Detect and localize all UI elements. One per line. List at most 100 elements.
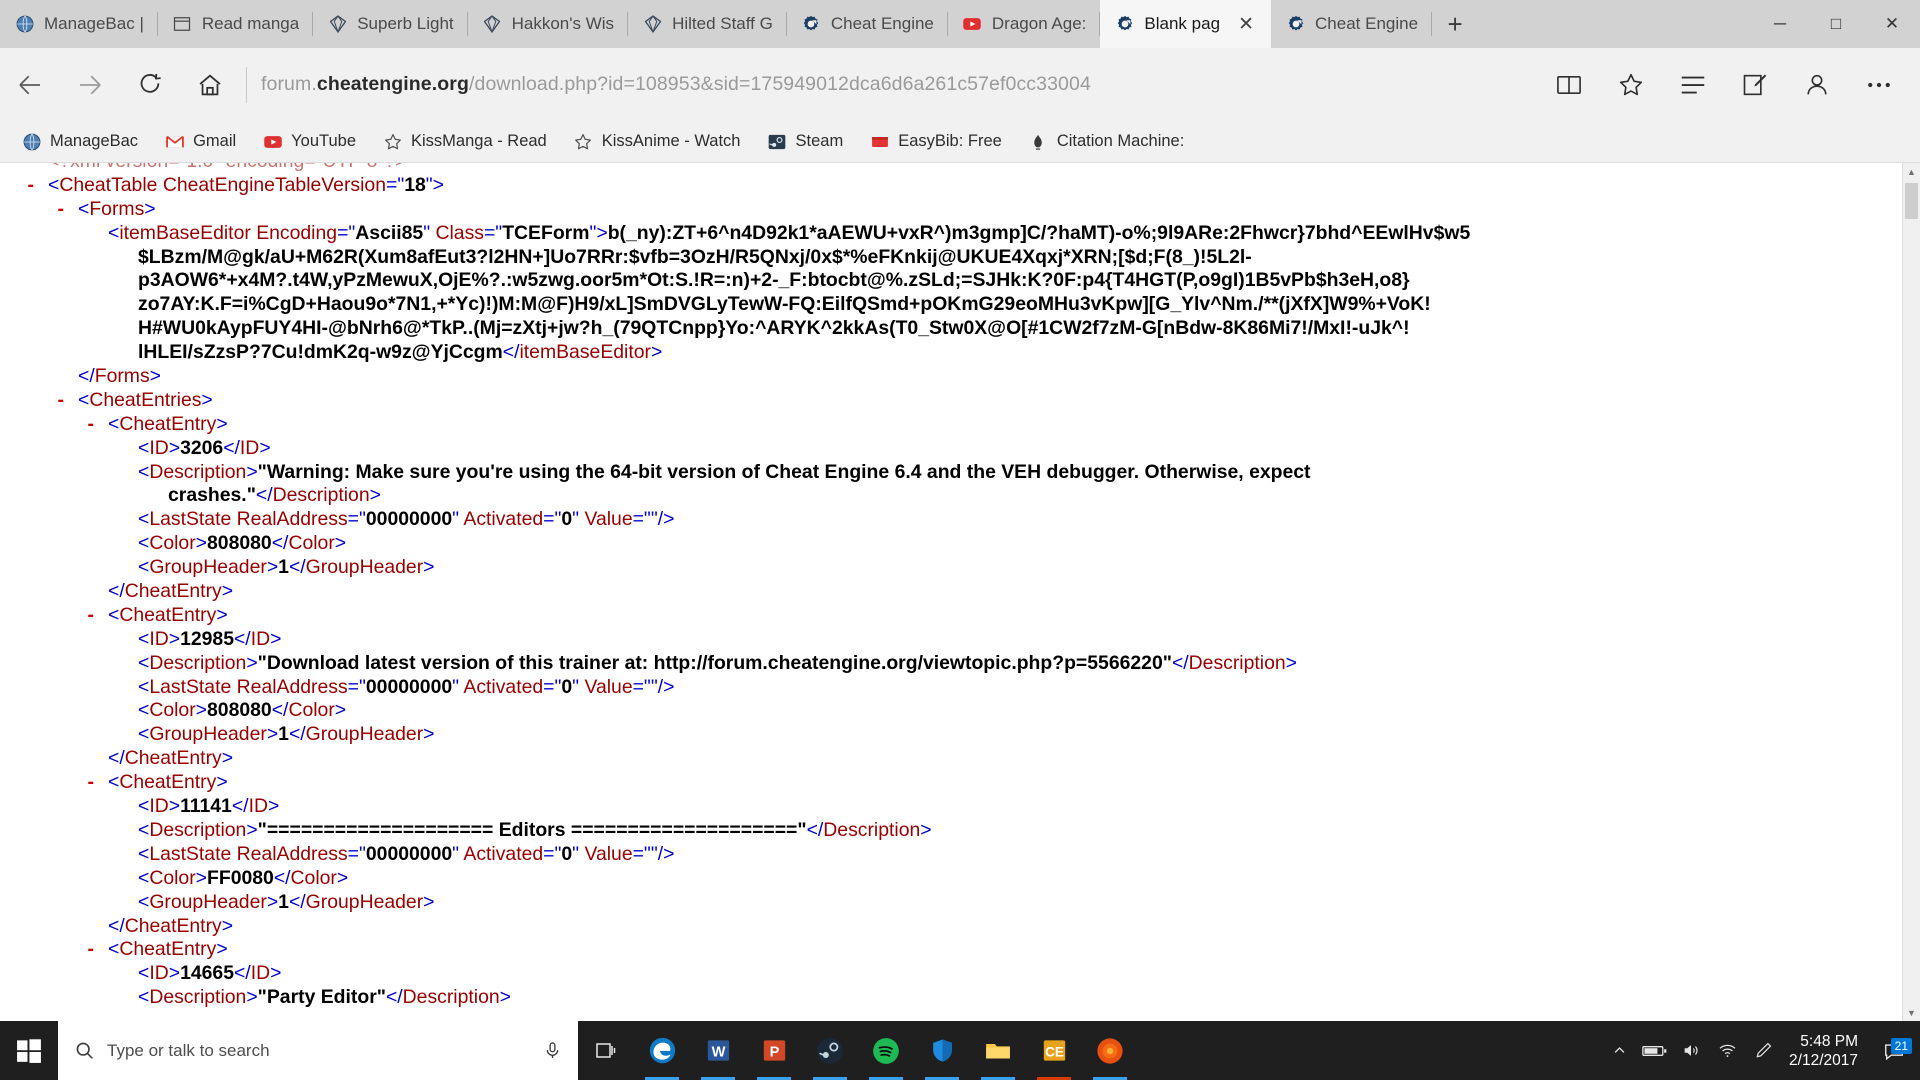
xml-collapse-toggle[interactable]: - (18, 198, 64, 222)
volume-icon[interactable] (1673, 1021, 1709, 1080)
wifi-icon[interactable] (1709, 1021, 1745, 1080)
xml-token-br: < (138, 699, 150, 722)
favorite-item-7[interactable]: Citation Machine: (1015, 121, 1197, 163)
xml-token-at: Class (435, 221, 484, 244)
xml-collapse-toggle[interactable]: - (18, 604, 94, 628)
xml-collapse-toggle[interactable]: - (18, 771, 94, 795)
favorite-item-5[interactable]: Steam (754, 121, 857, 163)
xml-indent-gap (18, 556, 138, 580)
taskbar-app-firefox[interactable] (1082, 1021, 1138, 1080)
web-note-icon[interactable] (1724, 54, 1786, 116)
tab-label: ManageBac | (44, 14, 144, 33)
favorite-item-0[interactable]: ManageBac (8, 121, 151, 163)
browser-tab-4[interactable]: Hilted Staff G (628, 0, 787, 48)
favorite-item-3[interactable]: KissManga - Read (369, 121, 560, 163)
search-input[interactable]: Type or talk to search (58, 1021, 578, 1080)
task-view-icon[interactable] (578, 1021, 634, 1080)
pen-icon[interactable] (1745, 1021, 1781, 1080)
nav-right-actions (1538, 54, 1920, 116)
browser-tab-6[interactable]: Dragon Age: (948, 0, 1101, 48)
browser-tab-2[interactable]: Superb Light (313, 0, 469, 48)
refresh-button[interactable] (120, 54, 180, 116)
scrollbar-thumb[interactable] (1905, 183, 1918, 219)
xml-token-br: > (596, 221, 608, 244)
xml-token-tag: ID (149, 436, 169, 459)
xml-token-eq: =" (347, 675, 366, 698)
xml-token-at: Value (584, 675, 633, 698)
windows-start-icon[interactable] (0, 1021, 58, 1080)
xml-collapse-toggle[interactable]: - (18, 413, 94, 437)
favorite-item-2[interactable]: YouTube (249, 121, 369, 163)
xml-line: <Description>"==================== Edito… (18, 819, 1470, 843)
taskbar-app-word[interactable]: W (690, 1021, 746, 1080)
address-bar[interactable]: forum.cheatengine.org/download.php?id=10… (261, 54, 1538, 116)
scroll-down-button[interactable]: ▼ (1903, 1004, 1920, 1021)
scroll-up-button[interactable]: ▲ (1903, 163, 1920, 180)
xml-line: - <CheatEntry> (18, 938, 1470, 962)
xml-collapse-toggle[interactable]: - (18, 389, 64, 413)
taskbar-app-defender[interactable] (914, 1021, 970, 1080)
windows-taskbar: Type or talk to search W P CE 5:48 PM 2/… (0, 1021, 1920, 1080)
back-button[interactable] (0, 54, 60, 116)
xml-line: lHLEI/sZzsP?7Cu!dmK2q-w9z@YjCcgm</itemBa… (18, 341, 1470, 365)
favorite-item-6[interactable]: EasyBib: Free (856, 121, 1015, 163)
taskbar-app-edge[interactable] (634, 1021, 690, 1080)
taskbar-app-explorer[interactable] (970, 1021, 1026, 1080)
close-button[interactable]: ✕ (1864, 0, 1920, 48)
new-tab-button[interactable]: + (1432, 0, 1478, 48)
minimize-button[interactable]: ─ (1752, 0, 1808, 48)
maximize-button[interactable]: □ (1808, 0, 1864, 48)
microphone-icon[interactable] (540, 1039, 564, 1063)
xml-line: <itemBaseEditor Encoding="Ascii85" Class… (18, 222, 1470, 246)
browser-tab-3[interactable]: Hakkon's Wis (468, 0, 629, 48)
favorite-item-4[interactable]: KissAnime - Watch (560, 121, 754, 163)
browser-tab-7[interactable]: Blank pag ✕ (1100, 0, 1272, 48)
xml-token-txt: 14665 (180, 962, 234, 985)
xml-token-br: > (1285, 651, 1297, 674)
action-center-icon[interactable]: 21 (1872, 1021, 1916, 1080)
xml-token-tag: Description (149, 818, 247, 841)
xml-line: <Color>808080</Color> (18, 532, 1470, 556)
taskbar-app-cheatengine[interactable]: CE (1026, 1021, 1082, 1080)
xml-token-tag: Color (149, 699, 196, 722)
star-icon[interactable] (1600, 54, 1662, 116)
browser-tab-8[interactable]: Cheat Engine (1271, 0, 1433, 48)
xml-token-tag: ID (149, 627, 169, 650)
share-icon[interactable] (1786, 54, 1848, 116)
easybib-icon (869, 131, 890, 152)
xml-collapse-toggle[interactable]: - (18, 938, 94, 962)
vertical-scrollbar[interactable]: ▲ ▼ (1902, 163, 1920, 1021)
xml-token-br: > (168, 627, 181, 650)
xml-token-tag: LastState (149, 508, 232, 531)
browser-tab-0[interactable]: ManageBac | (0, 0, 158, 48)
xml-token-at: RealAddress (236, 508, 348, 531)
taskbar-app-powerpoint[interactable]: P (746, 1021, 802, 1080)
xml-line: <Description>"Party Editor"</Description… (18, 986, 1470, 1010)
search-placeholder: Type or talk to search (107, 1040, 270, 1060)
clock-time: 5:48 PM (1800, 1032, 1858, 1050)
xml-token-br: /> (657, 675, 675, 698)
browser-tab-1[interactable]: Read manga (158, 0, 314, 48)
reading-view-icon[interactable] (1538, 54, 1600, 116)
more-icon[interactable] (1848, 54, 1910, 116)
taskbar-app-steam[interactable] (802, 1021, 858, 1080)
xml-line: <Description>"Download latest version of… (18, 652, 1470, 676)
xml-token-tag: LastState (149, 675, 232, 698)
taskbar-app-spotify[interactable] (858, 1021, 914, 1080)
forward-button[interactable] (60, 54, 120, 116)
xml-line: <Color>FF0080</Color> (18, 867, 1470, 891)
close-icon[interactable]: ✕ (1235, 13, 1257, 35)
battery-icon[interactable] (1637, 1021, 1673, 1080)
xml-line: <LastState RealAddress="00000000" Activa… (18, 676, 1470, 700)
home-button[interactable] (180, 54, 240, 116)
favorite-item-1[interactable]: Gmail (151, 121, 249, 163)
show-hidden-icons-icon[interactable] (1601, 1021, 1637, 1080)
xml-token-br: < (138, 556, 150, 579)
xml-collapse-toggle[interactable]: - (18, 174, 34, 198)
browser-tab-5[interactable]: Cheat Engine (787, 0, 948, 48)
hub-icon[interactable] (1662, 54, 1724, 116)
xml-token-br: < (108, 603, 120, 626)
xml-line: </CheatEntry> (18, 580, 1470, 604)
taskbar-clock[interactable]: 5:48 PM 2/12/2017 (1781, 1021, 1872, 1080)
tab-label: Cheat Engine (1315, 14, 1419, 33)
